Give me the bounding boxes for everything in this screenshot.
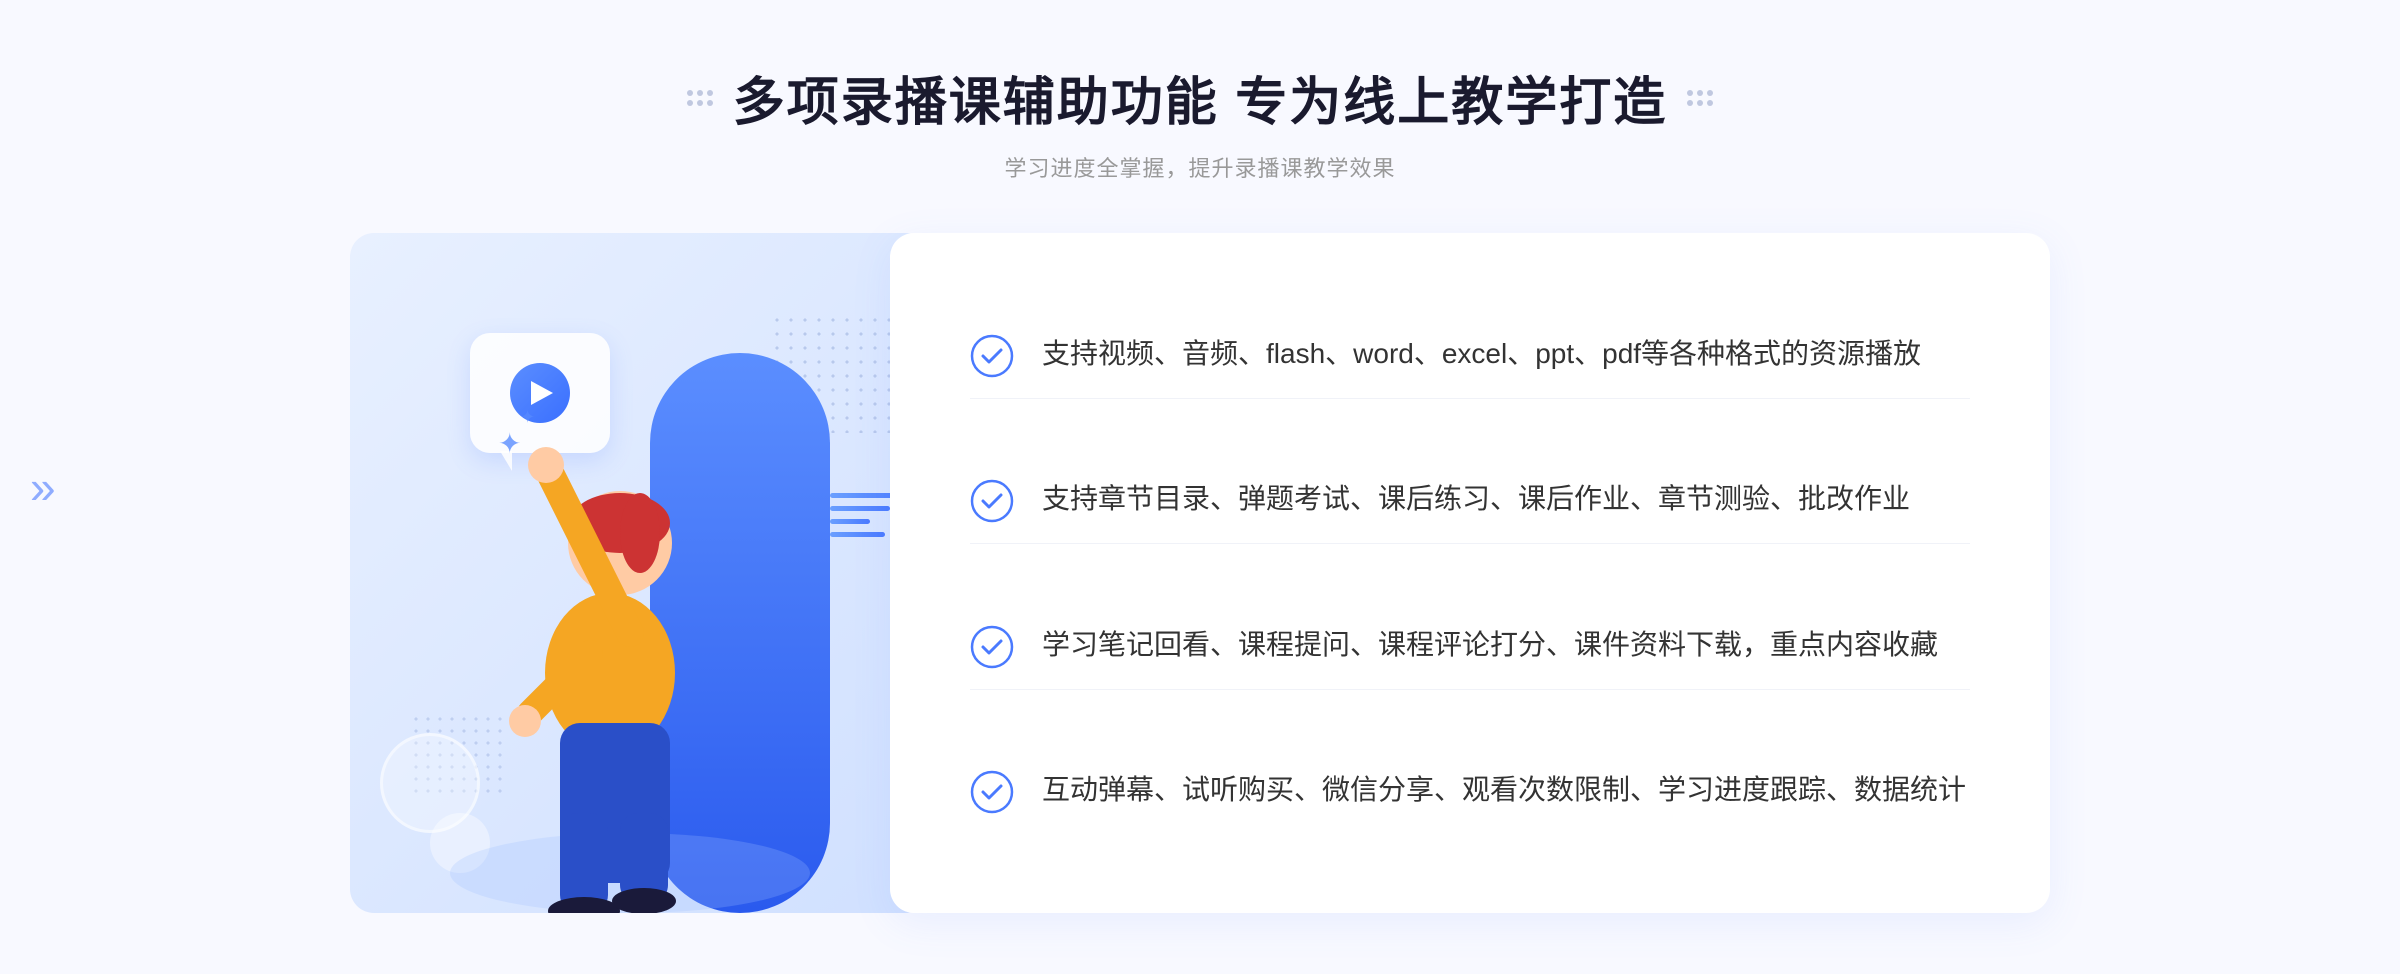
main-title: 多项录播课辅助功能 专为线上教学打造 bbox=[733, 60, 1667, 135]
right-dots-decoration bbox=[1687, 90, 1713, 106]
feature-item-3: 学习笔记回看、课程提问、课程评论打分、课件资料下载，重点内容收藏 bbox=[970, 603, 1970, 690]
feature-text-2: 支持章节目录、弹题考试、课后练习、课后作业、章节测验、批改作业 bbox=[1042, 477, 1910, 522]
check-icon-2 bbox=[970, 479, 1014, 523]
left-dots-decoration bbox=[687, 90, 713, 106]
svg-text:✦: ✦ bbox=[498, 428, 521, 459]
illustration-panel: ✦ ✦ bbox=[350, 233, 930, 913]
feature-item-2: 支持章节目录、弹题考试、课后练习、课后作业、章节测验、批改作业 bbox=[970, 457, 1970, 544]
chevron-right-icon: » bbox=[30, 464, 56, 510]
person-illustration: ✦ ✦ bbox=[350, 233, 930, 913]
feature-text-3: 学习笔记回看、课程提问、课程评论打分、课件资料下载，重点内容收藏 bbox=[1042, 623, 1938, 668]
check-icon-3 bbox=[970, 625, 1014, 669]
check-icon-4 bbox=[970, 770, 1014, 814]
svg-text:✦: ✦ bbox=[520, 407, 535, 427]
check-icon-1 bbox=[970, 334, 1014, 378]
main-content: ✦ ✦ 支持视频、音频、flash、w bbox=[350, 233, 2050, 913]
feature-item-4: 互动弹幕、试听购买、微信分享、观看次数限制、学习进度跟踪、数据统计 bbox=[970, 748, 1970, 834]
feature-text-1: 支持视频、音频、flash、word、excel、ppt、pdf等各种格式的资源… bbox=[1042, 332, 1921, 377]
subtitle: 学习进度全掌握，提升录播课教学效果 bbox=[687, 151, 1713, 183]
page-container: » 多项录播课辅助功能 专为线上教学打造 学习进度全掌握，提升录播课教学效果 bbox=[0, 0, 2400, 974]
title-row: 多项录播课辅助功能 专为线上教学打造 bbox=[687, 60, 1713, 135]
header-section: 多项录播课辅助功能 专为线上教学打造 学习进度全掌握，提升录播课教学效果 bbox=[687, 0, 1713, 183]
left-nav-arrow[interactable]: » bbox=[30, 464, 56, 510]
features-panel: 支持视频、音频、flash、word、excel、ppt、pdf等各种格式的资源… bbox=[890, 233, 2050, 913]
feature-item-1: 支持视频、音频、flash、word、excel、ppt、pdf等各种格式的资源… bbox=[970, 312, 1970, 399]
feature-text-4: 互动弹幕、试听购买、微信分享、观看次数限制、学习进度跟踪、数据统计 bbox=[1042, 768, 1966, 813]
